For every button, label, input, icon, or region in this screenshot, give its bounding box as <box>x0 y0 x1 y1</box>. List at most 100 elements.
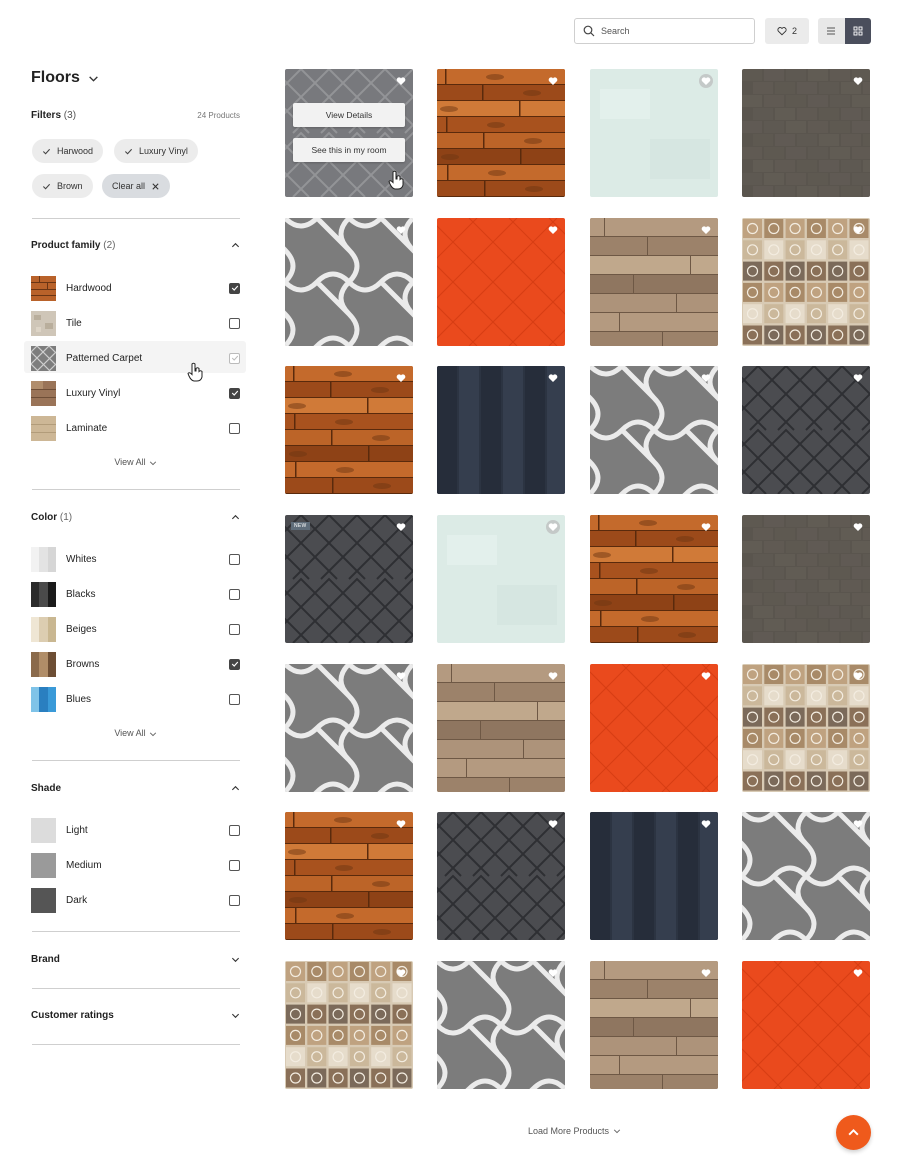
product-tile[interactable] <box>590 961 718 1089</box>
color-view-all[interactable]: View All <box>31 728 240 738</box>
checkbox[interactable] <box>229 317 240 329</box>
checkbox-checked[interactable] <box>229 658 240 670</box>
product-tile[interactable] <box>437 515 565 643</box>
family-option-luxury-vinyl[interactable]: Luxury Vinyl <box>31 380 240 406</box>
brand-header[interactable]: Brand <box>31 954 240 965</box>
favorite-button[interactable] <box>699 520 713 534</box>
wishlist-button[interactable]: 2 <box>765 18 809 44</box>
product-tile[interactable] <box>437 812 565 940</box>
product-tile[interactable] <box>437 69 565 197</box>
checkbox[interactable] <box>229 859 240 871</box>
favorite-button[interactable] <box>851 669 865 683</box>
product-tile[interactable] <box>285 664 413 792</box>
product-tile[interactable] <box>742 218 870 346</box>
favorite-button[interactable] <box>699 223 713 237</box>
favorite-button[interactable] <box>394 966 408 980</box>
checkbox[interactable] <box>229 553 240 565</box>
favorite-button[interactable] <box>546 669 560 683</box>
shade-option-light[interactable]: Light <box>31 817 240 843</box>
product-tile[interactable] <box>590 218 718 346</box>
product-tile[interactable] <box>285 961 413 1089</box>
product-tile[interactable] <box>742 69 870 197</box>
checkbox[interactable] <box>229 693 240 705</box>
checkbox[interactable] <box>229 894 240 906</box>
customer-ratings-header[interactable]: Customer ratings <box>31 1010 240 1021</box>
favorite-button[interactable] <box>851 74 865 88</box>
checkbox-checked[interactable] <box>229 282 240 294</box>
grid-view-button[interactable] <box>844 18 871 44</box>
filter-chip-brown[interactable]: Brown <box>32 174 93 198</box>
filter-chip-harwood[interactable]: Harwood <box>32 139 104 163</box>
shade-option-dark[interactable]: Dark <box>31 887 240 913</box>
product-tile[interactable] <box>437 664 565 792</box>
favorite-button[interactable] <box>546 966 560 980</box>
checkbox[interactable] <box>229 824 240 836</box>
family-option-hardwood[interactable]: Hardwood <box>31 275 240 301</box>
family-view-all[interactable]: View All <box>31 457 240 467</box>
product-tile[interactable] <box>742 366 870 494</box>
product-tile[interactable] <box>285 812 413 940</box>
product-tile[interactable] <box>437 961 565 1089</box>
favorite-button[interactable] <box>546 223 560 237</box>
scroll-to-top-button[interactable] <box>836 1115 871 1150</box>
product-tile[interactable] <box>742 812 870 940</box>
checkbox-checked[interactable] <box>229 387 240 399</box>
product-tile[interactable] <box>590 69 718 197</box>
favorite-button[interactable] <box>851 520 865 534</box>
see-in-room-button[interactable]: See this in my room <box>293 138 405 162</box>
favorite-button[interactable] <box>546 520 560 534</box>
product-tile[interactable] <box>590 515 718 643</box>
family-option-laminate[interactable]: Laminate <box>31 415 240 441</box>
color-option-blacks[interactable]: Blacks <box>31 581 240 607</box>
product-tile[interactable] <box>742 961 870 1089</box>
checkbox[interactable] <box>229 352 240 364</box>
family-option-tile[interactable]: Tile <box>31 310 240 336</box>
color-option-browns[interactable]: Browns <box>31 651 240 677</box>
checkbox[interactable] <box>229 422 240 434</box>
product-tile[interactable] <box>742 515 870 643</box>
product-family-header[interactable]: Product family (2) <box>31 240 240 251</box>
favorite-button[interactable] <box>699 817 713 831</box>
shade-option-medium[interactable]: Medium <box>31 852 240 878</box>
view-details-button[interactable]: View Details <box>293 103 405 127</box>
favorite-button[interactable] <box>851 223 865 237</box>
checkbox[interactable] <box>229 588 240 600</box>
favorite-button[interactable] <box>699 74 713 88</box>
page-title[interactable]: Floors <box>31 69 99 87</box>
favorite-button[interactable] <box>394 817 408 831</box>
color-option-beiges[interactable]: Beiges <box>31 616 240 642</box>
product-tile[interactable] <box>590 366 718 494</box>
product-tile[interactable] <box>285 366 413 494</box>
favorite-button[interactable] <box>851 371 865 385</box>
clear-all-button[interactable]: Clear all <box>102 174 171 198</box>
search-box[interactable] <box>574 18 755 44</box>
family-option-patterned-carpet[interactable]: Patterned Carpet <box>31 345 240 371</box>
product-tile[interactable] <box>590 812 718 940</box>
favorite-button[interactable] <box>394 223 408 237</box>
filter-chip-luxury-vinyl[interactable]: Luxury Vinyl <box>114 139 198 163</box>
favorite-button[interactable] <box>394 669 408 683</box>
color-header[interactable]: Color (1) <box>31 512 240 523</box>
favorite-button[interactable] <box>699 371 713 385</box>
color-option-whites[interactable]: Whites <box>31 546 240 572</box>
favorite-button[interactable] <box>546 371 560 385</box>
favorite-button[interactable] <box>851 817 865 831</box>
product-tile[interactable] <box>742 664 870 792</box>
favorite-button[interactable] <box>699 669 713 683</box>
search-input[interactable] <box>601 26 741 36</box>
favorite-button[interactable] <box>699 966 713 980</box>
list-view-button[interactable] <box>818 18 845 44</box>
load-more-button[interactable]: Load More Products <box>528 1126 621 1136</box>
favorite-button[interactable] <box>546 74 560 88</box>
checkbox[interactable] <box>229 623 240 635</box>
favorite-button[interactable] <box>394 520 408 534</box>
product-tile[interactable] <box>590 664 718 792</box>
shade-header[interactable]: Shade <box>31 783 240 794</box>
product-tile[interactable] <box>437 218 565 346</box>
color-option-blues[interactable]: Blues <box>31 686 240 712</box>
favorite-button[interactable] <box>851 966 865 980</box>
product-tile[interactable] <box>285 218 413 346</box>
favorite-button[interactable] <box>546 817 560 831</box>
product-tile[interactable] <box>437 366 565 494</box>
favorite-button[interactable] <box>394 371 408 385</box>
